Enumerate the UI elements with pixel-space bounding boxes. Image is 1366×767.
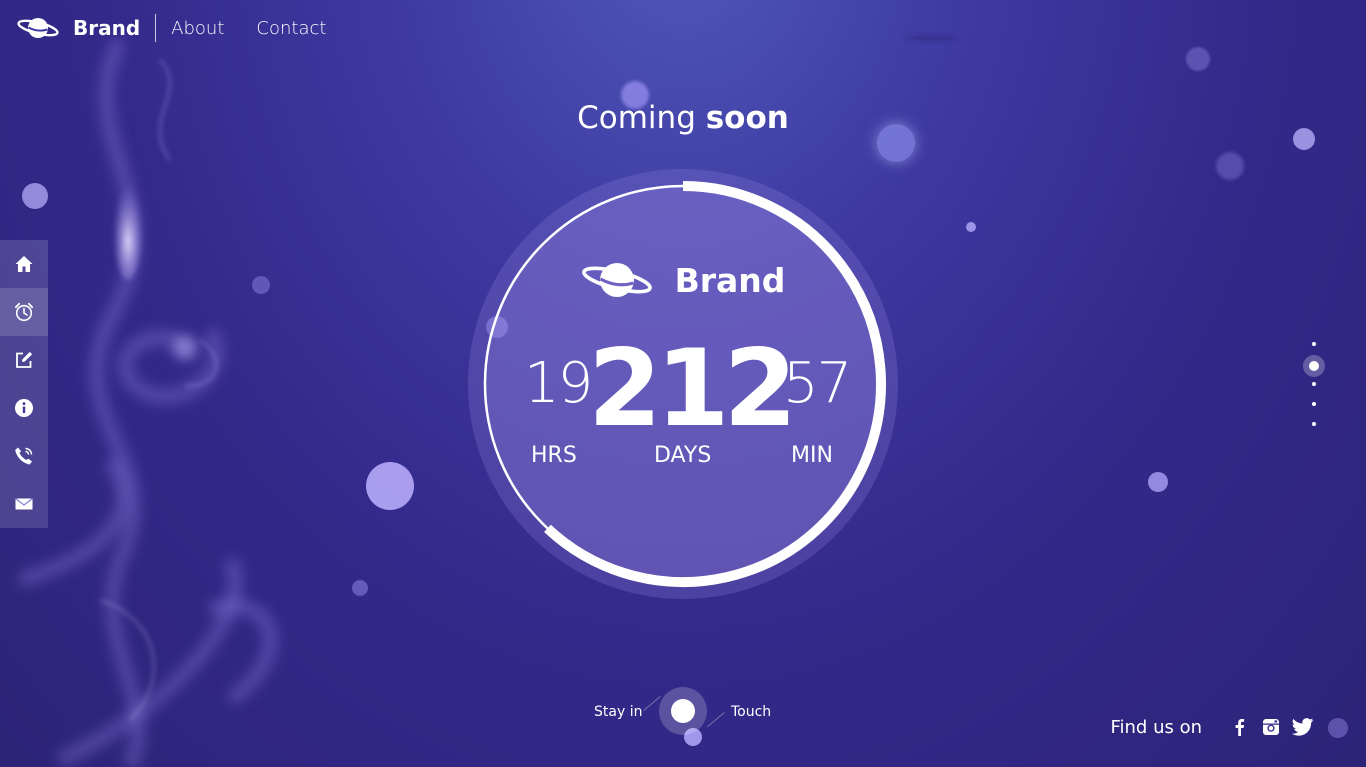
stay-in-touch-button[interactable] [659,687,707,735]
title-light: Coming [577,100,696,136]
minutes-value: 57 [783,351,852,416]
instagram-link[interactable] [1260,716,1282,738]
bokeh-orb [1216,152,1244,180]
section-pager [1298,336,1330,432]
instagram-icon [1263,719,1279,735]
sidebar-item-home[interactable] [0,240,48,288]
phone-icon [15,447,33,465]
minutes-label: MIN [791,443,833,468]
bokeh-orb [1148,472,1168,492]
pager-dot[interactable] [1312,342,1316,346]
top-navigation: Brand About Contact [16,12,358,44]
days-label: DAYS [654,443,712,468]
bokeh-orb [22,183,48,209]
nav-link-contact[interactable]: Contact [256,18,326,39]
nav-link-about[interactable]: About [171,18,224,39]
button-dot [671,699,695,723]
pager-dot[interactable] [1312,382,1316,386]
twitter-link[interactable] [1292,716,1314,738]
bokeh-orb [1186,47,1210,71]
mail-icon [15,498,33,510]
days-value: 212 [588,327,797,450]
bokeh-orb [252,276,270,294]
edit-icon [16,351,33,368]
sidebar-item-edit[interactable] [0,336,48,384]
nav-divider [155,14,157,42]
planet-logo-icon [581,263,652,297]
brand-link[interactable]: Brand [16,13,140,43]
sidebar-item-mail[interactable] [0,480,48,528]
pager-dot[interactable] [1303,355,1325,377]
twitter-icon [1292,718,1314,736]
countdown-brand: Brand [468,257,898,303]
alarm-clock-icon [14,302,34,322]
pager-dot[interactable] [1312,422,1316,426]
hours-value: 19 [524,351,593,416]
bokeh-orb [966,222,976,232]
countdown-brand-name: Brand [674,260,786,300]
sidebar-item-info[interactable] [0,384,48,432]
pager-dot[interactable] [1312,402,1316,406]
sidebar-item-phone[interactable] [0,432,48,480]
stay-in-label: Stay in [594,704,643,720]
side-navigation [0,240,48,528]
hours-label: HRS [531,443,577,468]
find-us-label: Find us on [1110,716,1202,738]
info-icon [15,399,33,417]
planet-logo-icon [17,18,59,38]
touch-label: Touch [731,704,772,720]
facebook-link[interactable] [1228,716,1250,738]
brand-name: Brand [73,16,141,40]
facebook-icon [1235,719,1245,736]
title-bold: soon [705,100,789,136]
countdown-widget: Brand 19 212 57 HRS DAYS MIN [468,169,898,599]
connector-line [707,712,725,727]
sidebar-item-countdown[interactable] [0,288,48,336]
page-title: Coming soon [0,100,1366,136]
home-icon [15,256,33,272]
social-links: Find us on [1110,716,1314,738]
bokeh-orb [352,580,368,596]
bokeh-orb [366,462,414,510]
